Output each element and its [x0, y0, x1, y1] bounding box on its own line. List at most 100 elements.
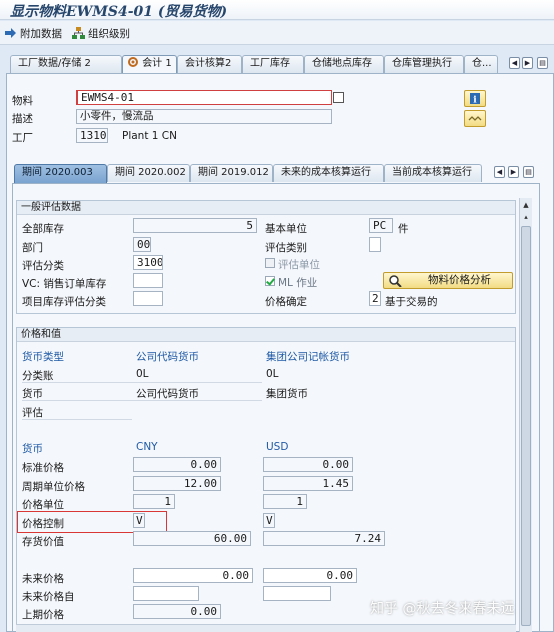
price-determination-label: 价格确定	[265, 296, 307, 308]
tab-period-2019-012[interactable]: 期间 2019.012	[190, 164, 273, 182]
standard-price-col1-field[interactable]: 0.00	[133, 457, 221, 472]
period-scroll-right-button[interactable]: ▶	[508, 166, 519, 178]
valuation-class-label: 评估分类	[22, 260, 64, 272]
info-button[interactable]: i	[464, 90, 486, 107]
org-levels-button[interactable]: 组织级别	[72, 26, 130, 40]
tab-period-2020-002[interactable]: 期间 2020.002	[107, 164, 190, 182]
tab-list-button[interactable]: ▤	[537, 57, 548, 69]
org-structure-icon	[72, 27, 85, 39]
tab-accounting-1[interactable]: 会计 1	[122, 55, 177, 74]
stock-value-label: 存货价值	[22, 536, 64, 548]
future-price-from-label: 未来价格自	[22, 591, 75, 603]
future-price-from-col2-field[interactable]	[263, 586, 331, 601]
magnifier-icon	[389, 275, 402, 287]
tab-future-costing[interactable]: 未来的成本核算运行	[273, 164, 384, 182]
standard-price-label: 标准价格	[22, 462, 64, 474]
future-price-col1-field[interactable]: 0.00	[133, 568, 253, 583]
plant-label: 工厂	[12, 132, 33, 144]
tab-scroll-right-button[interactable]: ▶	[522, 57, 533, 69]
base-unit-text: 件	[398, 223, 409, 235]
view-tabs: 工厂数据/存储 2 会计 1 会计核算2 工厂库存 仓储地点库存 仓库管理执行 …	[0, 55, 554, 74]
tab-plant-stock[interactable]: 工厂库存	[242, 55, 304, 73]
price-control-col2-field[interactable]: V	[263, 513, 275, 528]
valuation-unit-label: 评估单位	[278, 259, 320, 271]
base-unit-field[interactable]: PC	[369, 218, 393, 233]
curr-label: 货币	[22, 443, 43, 455]
stock-value-col2-field[interactable]: 7.24	[263, 531, 385, 546]
price-unit-col1-field[interactable]: 1	[133, 494, 175, 509]
currency-type-label: 货币类型	[22, 351, 64, 363]
vc-sales-order-stock-field[interactable]	[133, 273, 163, 288]
periodic-unit-price-col1-field[interactable]: 12.00	[133, 476, 221, 491]
scroll-thumb[interactable]	[521, 226, 531, 626]
scroll-up-icon[interactable]: ▲	[521, 200, 531, 210]
copy-icon[interactable]	[333, 92, 344, 103]
total-stock-label: 全部库存	[22, 223, 64, 235]
col1-type-label: 公司代码货币	[136, 351, 199, 363]
description-label: 描述	[12, 113, 33, 125]
tab-more[interactable]: 仓...	[464, 55, 498, 73]
material-field[interactable]: EWMS4-01	[76, 90, 332, 105]
tab-plant-data-storage-2[interactable]: 工厂数据/存储 2	[10, 55, 122, 73]
vertical-scrollbar[interactable]: ▲ ▴	[519, 198, 532, 632]
periodic-unit-price-col2-field[interactable]: 1.45	[263, 476, 353, 491]
previous-price-label: 上期价格	[22, 609, 64, 621]
check-button[interactable]	[464, 110, 486, 127]
division-field[interactable]: 00	[133, 237, 151, 252]
ml-active-checkbox[interactable]	[265, 276, 275, 286]
future-price-col2-field[interactable]: 0.00	[263, 568, 357, 583]
material-price-analysis-label: 物料价格分析	[428, 274, 491, 286]
valuation-unit-checkbox[interactable]	[265, 258, 275, 268]
curr-col1: CNY	[136, 441, 158, 453]
title-bar: 显示物料EWMS4-01 (贸易货物)	[0, 0, 554, 20]
tab-storage-loc-stock[interactable]: 仓储地点库存	[304, 55, 384, 73]
curr-col2: USD	[266, 441, 289, 453]
ledger-col2: 0L	[266, 368, 279, 380]
tab-period-2020-003[interactable]: 期间 2020.003	[14, 164, 107, 183]
svg-text:i: i	[473, 96, 477, 106]
row-separator	[22, 419, 132, 420]
project-stock-label: 项目库存评估分类	[22, 296, 106, 308]
additional-data-label: 附加数据	[20, 27, 62, 40]
window-title: 显示物料EWMS4-01 (贸易货物)	[10, 4, 228, 20]
base-unit-label: 基本单位	[265, 223, 307, 235]
total-stock-field[interactable]: 5	[133, 218, 257, 233]
description-field[interactable]: 小零件，慢流品	[76, 109, 332, 124]
future-price-from-col1-field[interactable]	[133, 586, 199, 601]
period-scroll-left-button[interactable]: ◀	[494, 166, 505, 178]
additional-data-button[interactable]: 附加数据	[4, 26, 62, 40]
price-determination-field[interactable]: 2	[369, 291, 381, 306]
price-determination-text: 基于交易的	[385, 296, 438, 308]
material-price-analysis-button[interactable]: 物料价格分析	[383, 272, 513, 289]
future-price-label: 未来价格	[22, 573, 64, 585]
tab-scroll-left-button[interactable]: ◀	[509, 57, 520, 69]
app-toolbar: 附加数据 组织级别	[0, 21, 554, 45]
plant-field[interactable]: 1310	[76, 128, 108, 143]
standard-price-col2-field[interactable]: 0.00	[263, 457, 353, 472]
valuation-class-field[interactable]: 3100	[133, 255, 163, 270]
prices-values-title: 价格和值	[17, 328, 515, 342]
period-list-button[interactable]: ▤	[523, 166, 534, 178]
col2-type-label: 集团公司记帐货币	[266, 351, 350, 363]
row-separator	[22, 382, 262, 383]
tab-warehouse-mgmt[interactable]: 仓库管理执行	[384, 55, 464, 73]
info-icon: i	[470, 93, 480, 106]
previous-price-col1-field[interactable]: 0.00	[133, 604, 221, 619]
currency-col1: 公司代码货币	[136, 388, 199, 400]
tab-current-costing[interactable]: 当前成本核算运行	[384, 164, 482, 182]
price-control-highlight	[17, 511, 167, 533]
price-unit-col2-field[interactable]: 1	[263, 494, 307, 509]
scroll-page-up-icon[interactable]: ▴	[521, 212, 531, 222]
arrow-right-icon	[5, 28, 16, 38]
gear-icon	[128, 57, 138, 67]
ledger-col1: 0L	[136, 368, 149, 380]
tab-accounting-2[interactable]: 会计核算2	[177, 55, 242, 73]
stock-value-col1-field[interactable]: 60.00	[133, 531, 251, 546]
glasses-check-icon	[468, 116, 482, 121]
watermark: 知乎 @秋去冬来春未远	[370, 601, 515, 617]
valuation-label: 评估	[22, 407, 43, 419]
horizontal-scrollbar[interactable]	[16, 624, 516, 632]
project-stock-field[interactable]	[133, 291, 163, 306]
valuation-category-label: 评估类别	[265, 242, 307, 254]
valuation-category-field[interactable]	[369, 237, 381, 252]
